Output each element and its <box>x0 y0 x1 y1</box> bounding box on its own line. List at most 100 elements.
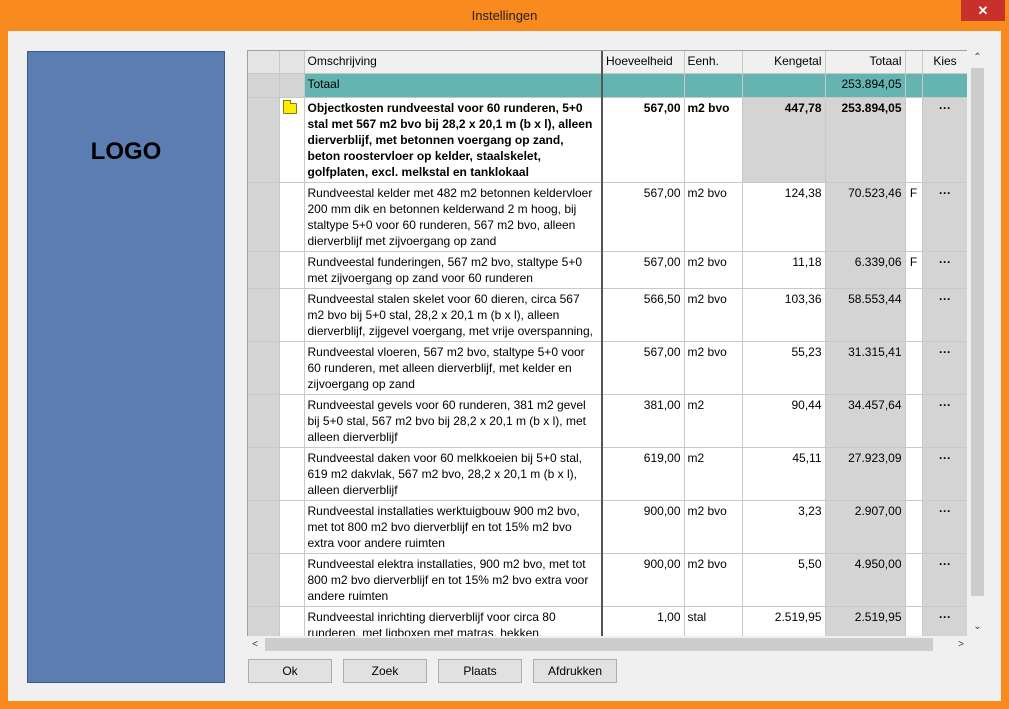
cell-flag <box>905 97 923 183</box>
row-icon-cell <box>279 553 305 607</box>
cell-hoeveelheid: 567,00 <box>602 182 685 252</box>
cell-eenheid: m2 bvo <box>684 341 743 395</box>
cell-totaal: 253.894,05 <box>825 97 906 183</box>
table-row[interactable]: Rundveestal vloeren, 567 m2 bvo, staltyp… <box>248 341 967 395</box>
scroll-up-icon[interactable]: ⌃ <box>969 50 986 66</box>
cell-eenheid: m2 bvo <box>684 288 743 342</box>
zoek-button[interactable]: Zoek <box>343 659 427 683</box>
cell-omschrijving: Rundveestal kelder met 482 m2 betonnen k… <box>304 182 603 252</box>
cell-totaal: 27.923,09 <box>825 447 906 501</box>
kies-button[interactable]: ··· <box>922 341 967 395</box>
header-omschrijving[interactable]: Omschrijving <box>304 51 603 74</box>
cell-eenheid: m2 bvo <box>684 182 743 252</box>
table-row[interactable]: Rundveestal daken voor 60 melkkoeien bij… <box>248 447 967 501</box>
cell-kengetal: 2.519,95 <box>742 606 826 636</box>
cell-omschrijving: Rundveestal gevels voor 60 runderen, 381… <box>304 394 603 448</box>
table-row[interactable]: Rundveestal gevels voor 60 runderen, 381… <box>248 394 967 448</box>
header-kies[interactable]: Kies <box>922 51 967 74</box>
cell-kengetal: 45,11 <box>742 447 826 501</box>
row-indicator <box>248 182 280 252</box>
horizontal-scroll-thumb[interactable] <box>265 638 933 651</box>
afdrukken-button[interactable]: Afdrukken <box>533 659 617 683</box>
cell-flag <box>905 553 923 607</box>
total-hoeveelheid <box>602 73 685 98</box>
row-indicator <box>248 341 280 395</box>
cell-eenheid: m2 bvo <box>684 500 743 554</box>
cell-hoeveelheid: 900,00 <box>602 500 685 554</box>
table-row[interactable]: Rundveestal kelder met 482 m2 betonnen k… <box>248 182 967 252</box>
cell-kengetal: 55,23 <box>742 341 826 395</box>
logo-panel: LOGO <box>27 51 225 683</box>
scroll-left-icon[interactable]: < <box>247 636 263 653</box>
cell-eenheid: m2 <box>684 447 743 501</box>
kies-button[interactable]: ··· <box>922 500 967 554</box>
kies-button[interactable]: ··· <box>922 553 967 607</box>
total-kengetal <box>742 73 826 98</box>
cell-flag <box>905 447 923 501</box>
dialog-body: LOGO Omschrijving Hoeveelheid Eenh. Keng… <box>8 31 1001 701</box>
kies-button[interactable]: ··· <box>922 288 967 342</box>
scroll-down-icon[interactable]: ⌄ <box>969 619 986 635</box>
header-kengetal[interactable]: Kengetal <box>742 51 826 74</box>
cell-eenheid: stal <box>684 606 743 636</box>
total-eenheid <box>684 73 743 98</box>
row-icon-cell <box>279 182 305 252</box>
row-indicator <box>248 606 280 636</box>
logo: LOGO <box>90 138 162 165</box>
cell-eenheid: m2 bvo <box>684 251 743 289</box>
horizontal-scrollbar[interactable]: < > <box>247 636 969 653</box>
table-row[interactable]: Objectkosten rundveestal voor 60 rundere… <box>248 97 967 183</box>
row-icon-cell <box>279 447 305 501</box>
table-row[interactable]: Rundveestal elektra installaties, 900 m2… <box>248 553 967 607</box>
vertical-scrollbar[interactable]: ⌃ ⌄ <box>969 50 986 636</box>
table-row[interactable]: Rundveestal installaties werktuigbouw 90… <box>248 500 967 554</box>
cell-omschrijving: Rundveestal installaties werktuigbouw 90… <box>304 500 603 554</box>
cell-eenheid: m2 <box>684 394 743 448</box>
cell-kengetal: 447,78 <box>742 97 826 183</box>
header-indicator <box>248 51 280 74</box>
cell-hoeveelheid: 567,00 <box>602 97 685 183</box>
vertical-scroll-thumb[interactable] <box>971 68 984 596</box>
header-eenheid[interactable]: Eenh. <box>684 51 743 74</box>
kies-button[interactable]: ··· <box>922 606 967 636</box>
row-icon-cell <box>279 500 305 554</box>
kies-button[interactable]: ··· <box>922 251 967 289</box>
close-button[interactable]: ✕ <box>961 0 1005 21</box>
cell-hoeveelheid: 566,50 <box>602 288 685 342</box>
scroll-right-icon[interactable]: > <box>953 636 969 653</box>
row-icon-cell <box>279 341 305 395</box>
table-row[interactable]: Rundveestal funderingen, 567 m2 bvo, sta… <box>248 251 967 289</box>
cell-kengetal: 103,36 <box>742 288 826 342</box>
cell-hoeveelheid: 900,00 <box>602 553 685 607</box>
kies-button[interactable]: ··· <box>922 182 967 252</box>
cell-totaal: 2.907,00 <box>825 500 906 554</box>
cell-hoeveelheid: 381,00 <box>602 394 685 448</box>
kies-button[interactable]: ··· <box>922 394 967 448</box>
total-label: Totaal <box>304 73 603 98</box>
cell-flag <box>905 606 923 636</box>
row-icon-cell <box>279 606 305 636</box>
row-icon-cell <box>279 251 305 289</box>
header-totaal[interactable]: Totaal <box>825 51 906 74</box>
table-row[interactable]: Rundveestal inrichting dierverblijf voor… <box>248 606 967 636</box>
header-row: Omschrijving Hoeveelheid Eenh. Kengetal … <box>248 51 967 74</box>
cell-flag <box>905 500 923 554</box>
kies-button[interactable]: ··· <box>922 97 967 183</box>
row-indicator <box>248 553 280 607</box>
cost-grid[interactable]: Omschrijving Hoeveelheid Eenh. Kengetal … <box>247 50 967 636</box>
ok-button[interactable]: Ok <box>248 659 332 683</box>
plaats-button[interactable]: Plaats <box>438 659 522 683</box>
total-flag <box>905 73 923 98</box>
kies-button[interactable]: ··· <box>922 447 967 501</box>
cell-omschrijving: Rundveestal daken voor 60 melkkoeien bij… <box>304 447 603 501</box>
cell-flag <box>905 341 923 395</box>
cell-kengetal: 5,50 <box>742 553 826 607</box>
row-icon-cell <box>279 288 305 342</box>
cell-omschrijving: Rundveestal elektra installaties, 900 m2… <box>304 553 603 607</box>
header-hoeveelheid[interactable]: Hoeveelheid <box>602 51 685 74</box>
cell-flag <box>905 394 923 448</box>
total-row: Totaal 253.894,05 <box>248 73 967 98</box>
total-totaal: 253.894,05 <box>825 73 906 98</box>
cell-hoeveelheid: 567,00 <box>602 341 685 395</box>
table-row[interactable]: Rundveestal stalen skelet voor 60 dieren… <box>248 288 967 342</box>
